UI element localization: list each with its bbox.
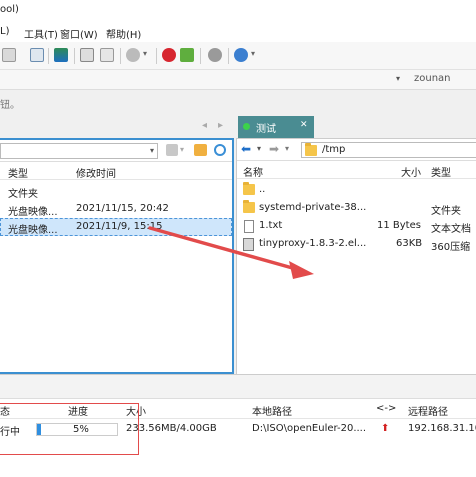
remote-path-combo[interactable]: /tmp <box>301 142 476 158</box>
close-icon[interactable]: ✕ <box>300 120 308 130</box>
row-type: 文件夹 <box>8 189 38 200</box>
transfer-queue: 态 进度 大小 本地路径 <-> 远程路径 行中 5% 233.56MB/4.0… <box>0 374 476 477</box>
copy-icon[interactable] <box>80 48 94 62</box>
column-remote-path[interactable]: 远程路径 <box>408 403 448 418</box>
row-size: 11 Bytes <box>377 220 421 231</box>
column-type[interactable]: 类型 <box>431 164 451 179</box>
weibo-icon[interactable] <box>162 48 176 62</box>
back-arrow-icon[interactable]: ⬅ <box>241 142 251 156</box>
list-item[interactable]: 光盘映像... 2021/11/15, 20:42 <box>0 200 232 218</box>
connected-status-icon <box>243 123 250 130</box>
back-dropdown-icon[interactable]: ▾ <box>180 145 184 154</box>
row-type: 文本文档 <box>431 224 471 235</box>
toolbar-separator <box>48 48 49 64</box>
title-bar: ool) <box>0 0 476 22</box>
remote-path-text: /tmp <box>322 144 346 155</box>
back-dropdown-icon[interactable]: ▾ <box>257 144 261 153</box>
row-type: 光盘映像... <box>8 225 58 236</box>
help-icon[interactable] <box>234 48 248 62</box>
connection-bar: ▾ zounan <box>0 70 476 90</box>
column-type[interactable]: 类型 <box>8 165 28 180</box>
print-icon[interactable] <box>100 48 114 62</box>
toolbar-separator <box>228 48 229 64</box>
remote-file-pane[interactable]: ⬅ ▾ ➡ ▾ /tmp 名称 大小 类型 .. systemd-private… <box>236 138 476 374</box>
file-icon <box>244 220 254 233</box>
row-mtime: 2021/11/9, 15:15 <box>76 221 163 232</box>
gear-icon[interactable] <box>208 48 222 62</box>
save-icon[interactable] <box>30 48 44 62</box>
forward-arrow-icon[interactable]: ➡ <box>269 142 279 156</box>
back-icon[interactable] <box>166 144 178 156</box>
hint-text: 钮。 <box>0 100 20 111</box>
tab-session[interactable]: 测试 ✕ <box>238 116 314 138</box>
toolbar-separator <box>200 48 201 64</box>
queue-toolbar <box>0 375 476 399</box>
column-local-path[interactable]: 本地路径 <box>252 403 292 418</box>
tab-row: ◂ ▸ 测试 ✕ <box>0 114 476 138</box>
toolbar: ▾ ▾ <box>0 42 476 70</box>
record-dropdown-icon[interactable]: ▾ <box>143 49 147 58</box>
tab-scroll-right-icon[interactable]: ▸ <box>218 120 223 131</box>
chevron-down-icon[interactable]: ▾ <box>150 146 154 155</box>
menu-item-file[interactable]: L) <box>0 26 9 37</box>
hint-bar: 钮。 <box>0 90 476 114</box>
row-name: systemd-private-38... <box>259 202 367 213</box>
tab-scroll-left-icon[interactable]: ◂ <box>202 120 207 131</box>
upload-arrow-icon: ⬆ <box>381 423 390 434</box>
chevron-down-icon[interactable]: ▾ <box>396 74 400 83</box>
column-name[interactable]: 名称 <box>243 164 263 179</box>
row-type: 360压缩 <box>431 242 471 253</box>
toolbar-separator <box>156 48 157 64</box>
row-name: 1.txt <box>259 220 283 231</box>
tab-label: 测试 <box>256 124 276 135</box>
help-dropdown-icon[interactable]: ▾ <box>251 49 255 58</box>
list-item-selected[interactable]: 光盘映像... 2021/11/9, 15:15 <box>0 218 232 236</box>
folder-icon <box>305 143 317 156</box>
row-type: 光盘映像... <box>8 207 58 218</box>
remote-column-header: 名称 大小 类型 <box>237 161 476 179</box>
list-item[interactable]: 1.txt 11 Bytes 文本文档 <box>237 217 476 235</box>
local-file-pane[interactable]: ▾ ▾ 类型 修改时间 文件夹 光盘映像... 2021/11/15, 20:4… <box>0 138 234 374</box>
row-size: 63KB <box>396 238 423 249</box>
list-item[interactable]: systemd-private-38... 文件夹 <box>237 199 476 217</box>
username-field[interactable]: zounan <box>414 73 451 84</box>
row-name: tinyproxy-1.8.3-2.el... <box>259 238 367 249</box>
list-item[interactable]: 文件夹 <box>0 182 232 200</box>
row-type: 文件夹 <box>431 206 461 217</box>
forward-dropdown-icon[interactable]: ▾ <box>285 144 289 153</box>
menu-item-help[interactable]: 帮助(H) <box>106 26 141 41</box>
list-item[interactable]: tinyproxy-1.8.3-2.el... 63KB 360压缩 <box>237 235 476 253</box>
transfer-size: 233.56MB/4.00GB <box>126 423 217 434</box>
transfer-local-path: D:\ISO\openEuler-20.... <box>252 423 367 434</box>
row-mtime: 2021/11/15, 20:42 <box>76 203 169 214</box>
record-icon[interactable] <box>126 48 140 62</box>
window-title: ool) <box>0 4 19 15</box>
toolbar-separator <box>120 48 121 64</box>
menu-bar: L) 工具(T) 窗口(W) 帮助(H) <box>0 22 476 42</box>
column-size[interactable]: 大小 <box>401 164 421 179</box>
refresh-icon[interactable] <box>214 144 226 156</box>
menu-item-tools[interactable]: 工具(T) <box>24 26 58 41</box>
wechat-icon[interactable] <box>180 48 194 62</box>
row-name: .. <box>259 184 266 195</box>
remote-path-bar: ⬅ ▾ ➡ ▾ /tmp <box>237 139 476 161</box>
archive-icon <box>243 238 254 251</box>
folder-up-icon[interactable] <box>194 144 207 156</box>
column-direction[interactable]: <-> <box>376 403 396 414</box>
local-column-header: 类型 修改时间 <box>0 162 232 180</box>
folder-icon <box>243 200 255 213</box>
column-modified[interactable]: 修改时间 <box>76 165 116 180</box>
open-icon[interactable] <box>2 48 16 62</box>
list-item[interactable]: .. <box>237 181 476 199</box>
transfer-remote-path: 192.168.31.10... <box>408 423 476 434</box>
local-path-bar: ▾ ▾ <box>0 140 232 162</box>
toolbar-separator <box>74 48 75 64</box>
local-path-combo[interactable]: ▾ <box>0 143 158 159</box>
annotation-box <box>0 403 139 455</box>
sync-icon[interactable] <box>54 48 68 62</box>
folder-icon <box>243 182 255 195</box>
menu-item-window[interactable]: 窗口(W) <box>60 26 98 41</box>
